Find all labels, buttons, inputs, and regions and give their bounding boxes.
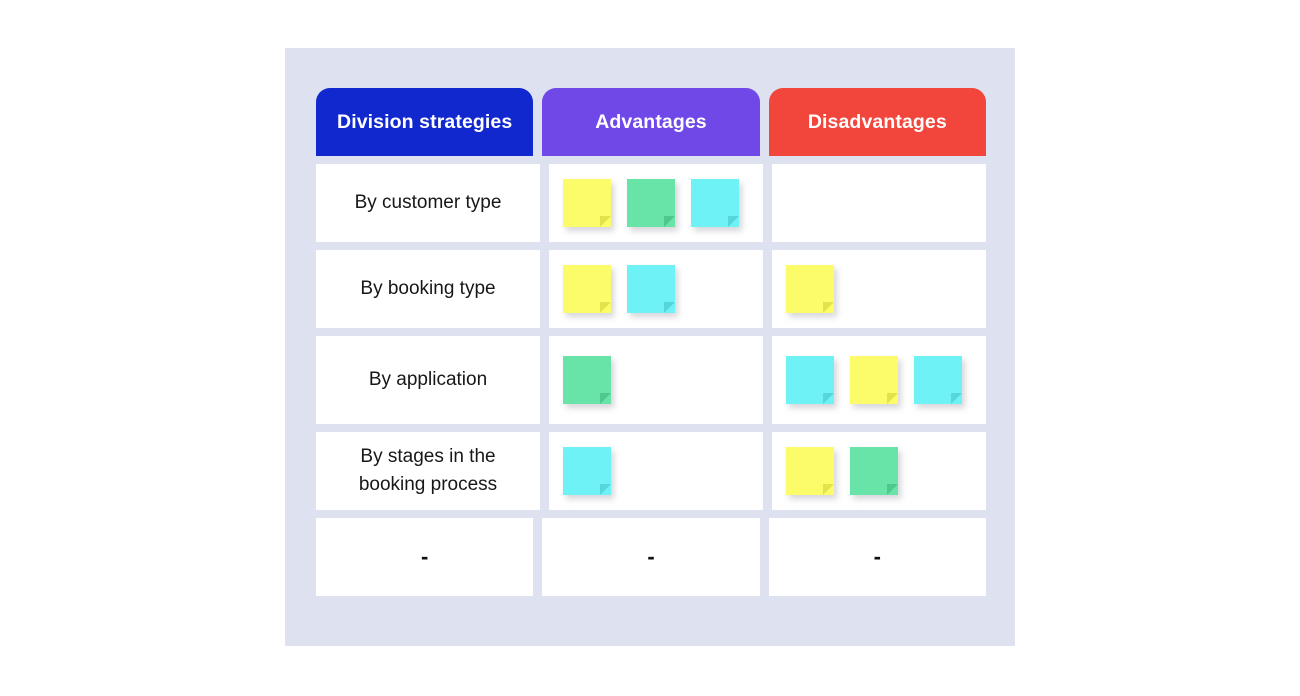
sticky-note-cyan[interactable] xyxy=(691,179,739,227)
note-fold-corner xyxy=(728,216,739,227)
sticky-note-green[interactable] xyxy=(563,356,611,404)
advantages-cell[interactable] xyxy=(549,164,763,242)
row-label: By booking type xyxy=(360,278,496,300)
note-fold-corner xyxy=(887,393,898,404)
matrix-header-row: Division strategies Advantages Disadvant… xyxy=(316,88,986,156)
sticky-note-yellow[interactable] xyxy=(850,356,898,404)
sticky-note-yellow[interactable] xyxy=(786,265,834,313)
row-label-cell[interactable]: - xyxy=(316,518,534,596)
column-header-label: Disadvantages xyxy=(807,110,947,133)
note-fold-corner xyxy=(600,216,611,227)
note-fold-corner xyxy=(600,393,611,404)
column-header-label: Advantages xyxy=(595,110,707,133)
sticky-note-green[interactable] xyxy=(850,447,898,495)
table-row: By stages in the booking process xyxy=(316,432,986,510)
table-row: By customer type xyxy=(316,164,986,242)
column-header-advantages[interactable]: Advantages xyxy=(542,88,760,156)
note-fold-corner xyxy=(823,302,834,313)
sticky-note-green[interactable] xyxy=(627,179,675,227)
note-fold-corner xyxy=(600,484,611,495)
note-fold-corner xyxy=(600,302,611,313)
table-row: - - - xyxy=(316,518,986,596)
note-fold-corner xyxy=(887,484,898,495)
screenshot-canvas: Division strategies Advantages Disadvant… xyxy=(0,0,1300,696)
cell-placeholder-dash: - xyxy=(647,544,655,569)
disadvantages-cell[interactable] xyxy=(772,432,986,510)
column-header-disadvantages[interactable]: Disadvantages xyxy=(768,88,986,156)
row-label: By customer type xyxy=(354,192,502,214)
advantages-cell[interactable]: - xyxy=(542,518,760,596)
table-row: By application xyxy=(316,336,986,424)
row-label-cell[interactable]: By application xyxy=(316,336,540,424)
table-row: By booking type xyxy=(316,250,986,328)
advantages-cell[interactable] xyxy=(549,336,763,424)
note-fold-corner xyxy=(823,393,834,404)
disadvantages-cell[interactable] xyxy=(772,164,986,242)
advantages-cell[interactable] xyxy=(549,250,763,328)
disadvantages-cell[interactable]: - xyxy=(768,518,986,596)
row-placeholder-dash: - xyxy=(421,544,429,569)
note-fold-corner xyxy=(664,216,675,227)
note-fold-corner xyxy=(951,393,962,404)
row-label: By stages in the booking process xyxy=(358,446,498,495)
column-header-division-strategies[interactable]: Division strategies xyxy=(316,88,534,156)
sticky-note-yellow[interactable] xyxy=(786,447,834,495)
disadvantages-cell[interactable] xyxy=(772,250,986,328)
sticky-note-cyan[interactable] xyxy=(914,356,962,404)
sticky-note-cyan[interactable] xyxy=(563,447,611,495)
disadvantages-cell[interactable] xyxy=(772,336,986,424)
row-label-cell[interactable]: By booking type xyxy=(316,250,540,328)
sticky-note-yellow[interactable] xyxy=(563,179,611,227)
column-header-label: Division strategies xyxy=(337,110,513,133)
row-label-cell[interactable]: By stages in the booking process xyxy=(316,432,540,510)
sticky-note-yellow[interactable] xyxy=(563,265,611,313)
advantages-cell[interactable] xyxy=(549,432,763,510)
sticky-note-cyan[interactable] xyxy=(786,356,834,404)
sticky-note-cyan[interactable] xyxy=(627,265,675,313)
row-label-cell[interactable]: By customer type xyxy=(316,164,540,242)
row-label: By application xyxy=(368,369,488,391)
matrix-board: Division strategies Advantages Disadvant… xyxy=(285,48,1015,646)
note-fold-corner xyxy=(664,302,675,313)
cell-placeholder-dash: - xyxy=(873,544,881,569)
strategy-matrix-table: Division strategies Advantages Disadvant… xyxy=(316,88,986,613)
note-fold-corner xyxy=(823,484,834,495)
